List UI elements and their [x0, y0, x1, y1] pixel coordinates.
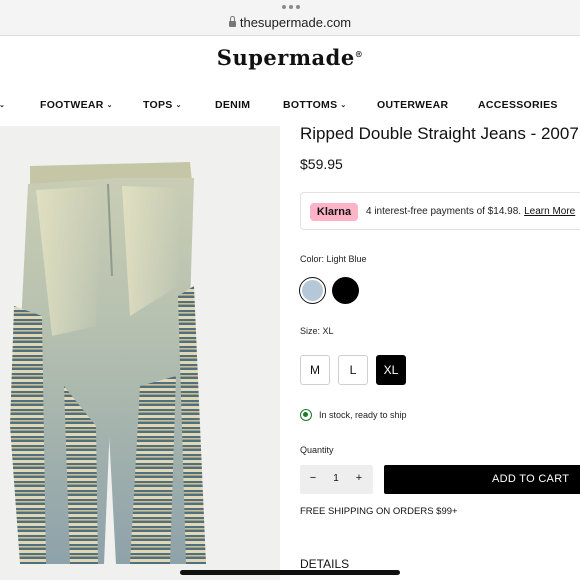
quantity-increase-button[interactable]: + [353, 472, 365, 484]
product-image-gallery[interactable] [0, 126, 280, 580]
color-swatch-black[interactable] [332, 277, 359, 304]
home-indicator[interactable] [180, 570, 400, 575]
nav-item-bottoms[interactable]: BOTTOMS ⌄ [283, 99, 347, 111]
size-label: Size: XL [300, 326, 334, 336]
quantity-decrease-button[interactable]: − [307, 472, 319, 484]
product-price: $59.95 [300, 156, 343, 172]
nav-item-tops[interactable]: TOPS ⌄ [143, 99, 182, 111]
swatch-fill [302, 280, 323, 301]
details-accordion[interactable]: DETAILS [300, 557, 349, 571]
product-photo-jeans [0, 126, 280, 580]
chevron-down-icon: ⌄ [175, 102, 182, 109]
stock-status: In stock, ready to ship [319, 410, 407, 420]
registered-mark-icon: ® [354, 49, 364, 59]
nav-item-outerwear[interactable]: OUTERWEAR [377, 99, 448, 111]
main-nav: ⌄ FOOTWEAR ⌄ TOPS ⌄ DENIM BOTTOMS ⌄ OUTERWE… [0, 99, 580, 117]
add-to-cart-button[interactable]: ADD TO CART [384, 465, 580, 494]
quantity-stepper: − 1 + [300, 465, 373, 494]
color-swatch-light-blue[interactable] [299, 277, 326, 304]
url-text: thesupermade.com [239, 15, 352, 30]
nav-overflow-chevron-icon[interactable]: ⌄ [0, 99, 5, 111]
quantity-input[interactable]: 1 [330, 473, 342, 484]
nav-item-footwear[interactable]: FOOTWEAR ⌄ [40, 99, 113, 111]
chevron-down-icon: ⌄ [340, 102, 347, 109]
lock-icon [228, 16, 236, 27]
klarna-message: 4 interest-free payments of $14.98. Learn… [366, 206, 576, 217]
address-field[interactable]: thesupermade.com [0, 15, 580, 30]
size-option-m[interactable]: M [300, 355, 330, 385]
color-label: Color: Light Blue [300, 254, 367, 264]
size-option-xl[interactable]: XL [376, 355, 406, 385]
chevron-down-icon: ⌄ [106, 102, 113, 109]
nav-item-accessories[interactable]: ACCESSORIES [478, 99, 558, 111]
in-stock-icon [300, 409, 312, 421]
nav-item-denim[interactable]: DENIM [215, 99, 250, 111]
browser-url-bar[interactable]: thesupermade.com [0, 0, 580, 36]
klarna-logo: Klarna [310, 203, 358, 221]
site-logo[interactable]: Supermade® [0, 45, 580, 70]
site-header: Supermade® ⌄ FOOTWEAR ⌄ TOPS ⌄ DENIM BOTTO… [0, 37, 580, 125]
shipping-note: FREE SHIPPING ON ORDERS $99+ [300, 506, 458, 517]
tab-grabber-icon[interactable] [282, 5, 300, 9]
klarna-learn-more-link[interactable]: Learn More [524, 206, 575, 217]
product-title: Ripped Double Straight Jeans - 2007 [300, 124, 579, 143]
quantity-label: Quantity [300, 445, 334, 455]
size-option-l[interactable]: L [338, 355, 368, 385]
klarna-banner: Klarna 4 interest-free payments of $14.9… [300, 192, 580, 230]
